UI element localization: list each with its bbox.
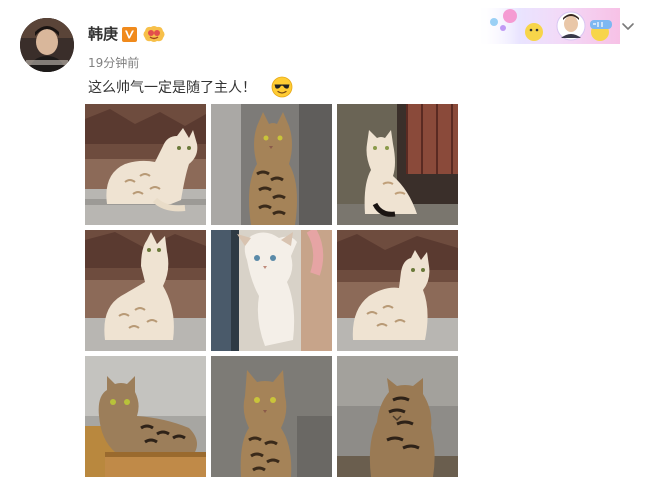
verified-v-icon xyxy=(122,27,137,42)
photo-5[interactable] xyxy=(211,230,332,351)
avatar[interactable] xyxy=(20,18,74,72)
card-decoration-icon xyxy=(476,8,620,44)
photo-6[interactable] xyxy=(337,230,458,351)
level-badge-icon xyxy=(143,26,165,42)
post-text: 这么帅气一定是随了主人！ xyxy=(88,80,256,96)
photo-3[interactable] xyxy=(337,104,458,225)
photo-2[interactable] xyxy=(211,104,332,225)
photo-7[interactable] xyxy=(85,356,206,477)
photo-8[interactable] xyxy=(211,356,332,477)
photo-4[interactable] xyxy=(85,230,206,351)
username[interactable]: 韩庚 xyxy=(88,25,118,43)
post-timestamp[interactable]: 19分钟前 xyxy=(88,56,139,70)
cool-sunglasses-emoji xyxy=(271,76,293,98)
photo-9[interactable] xyxy=(337,356,458,477)
chevron-down-icon[interactable] xyxy=(620,18,636,34)
weibo-post: 韩庚 19分钟前 这么帅气一定是随了主人！ xyxy=(0,0,660,484)
photo-1[interactable] xyxy=(85,104,206,225)
